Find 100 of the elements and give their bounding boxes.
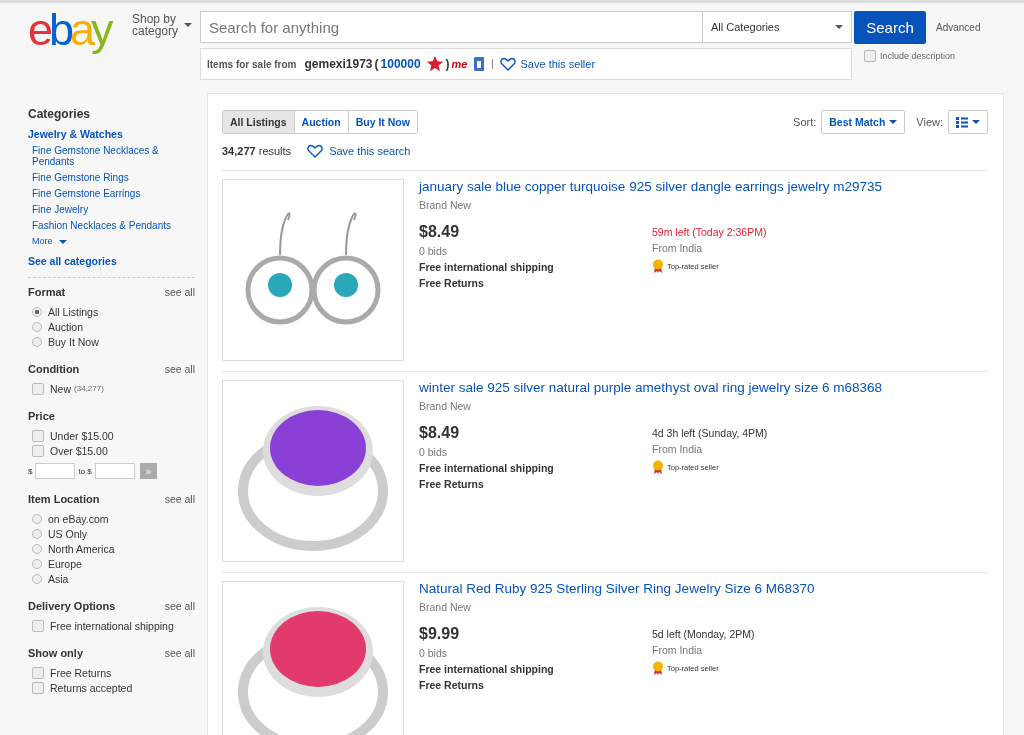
condition-text: Brand New (419, 400, 472, 412)
listing-title[interactable]: winter sale 925 silver natural purple amethyst oval ring jewelry size 6 m68368 (419, 380, 988, 396)
save-seller-link[interactable]: Save this seller (520, 58, 596, 70)
option-label: Buy It Now (48, 335, 99, 348)
category-link[interactable]: Jewelry & Watches (28, 128, 195, 140)
checkbox[interactable] (32, 681, 44, 694)
seller-name[interactable]: gemexi1973 (304, 57, 373, 71)
returns-text: Free Returns (419, 478, 485, 490)
shipping-text: Free international shipping (419, 462, 555, 474)
product-photo[interactable] (222, 179, 404, 361)
max-price-field[interactable] (94, 463, 135, 479)
filter-heading: Price (28, 410, 55, 422)
radio-button[interactable] (32, 543, 42, 554)
condition-text: Brand New (419, 601, 472, 613)
option-label: Asia (48, 572, 69, 585)
advanced-link[interactable]: Advanced (936, 21, 981, 33)
format-tab[interactable]: Buy It Now (347, 111, 417, 133)
see-all-link[interactable]: see all (164, 286, 195, 298)
checkbox[interactable] (32, 666, 44, 679)
shipping-text: Free international shipping (419, 261, 555, 273)
see-all-link[interactable]: see all (164, 493, 195, 505)
checkbox[interactable] (864, 50, 876, 62)
checkbox[interactable] (32, 382, 44, 395)
shop-by-category-button[interactable]: Shop by category (126, 7, 192, 37)
option-label: Returns accepted (50, 681, 133, 694)
checkbox[interactable] (32, 444, 44, 457)
star-icon (425, 55, 444, 73)
paren-text: ) (445, 57, 450, 71)
bids-text: 0 bids (419, 446, 449, 458)
category-link[interactable]: Fashion Necklaces & Pendants (32, 220, 195, 231)
caret-icon (184, 23, 193, 27)
radio-button[interactable] (32, 528, 42, 539)
view-label: View: (916, 116, 943, 128)
option-count: (34,277) (74, 384, 104, 393)
radio-button[interactable] (32, 513, 42, 524)
results-count: 34,277 results (222, 145, 292, 157)
location-text: From India (652, 443, 704, 455)
bids-text: 0 bids (419, 647, 449, 659)
sort-dropdown[interactable]: Best Match (821, 110, 906, 134)
option-label: Over $15.00 (50, 444, 108, 457)
product-photo[interactable] (222, 581, 404, 735)
option-label: North America (48, 542, 115, 555)
returns-text: Free Returns (419, 277, 485, 289)
search-button[interactable]: Search (854, 10, 926, 44)
filter-heading: Delivery Options (28, 600, 116, 612)
option-label: on eBay.com (48, 512, 109, 525)
option-label: All Listings (48, 305, 99, 318)
option-label: US Only (48, 527, 88, 540)
bids-text: 0 bids (419, 245, 449, 257)
condition-text: Brand New (419, 199, 472, 211)
shipping-text: Free international shipping (419, 663, 555, 675)
see-all-categories-link[interactable]: See all categories (28, 255, 195, 267)
radio-button[interactable] (32, 321, 42, 332)
checkbox[interactable] (32, 619, 44, 632)
listing-title[interactable]: Natural Red Ruby 925 Sterling Silver Ring Jewelry Size 6 M68370 (419, 581, 988, 597)
sort-label: Sort: (793, 116, 817, 128)
radio-button[interactable] (32, 558, 42, 569)
category-link[interactable]: Fine Gemstone Necklaces & Pendants (32, 145, 195, 167)
filter-heading: Condition (28, 363, 80, 375)
see-all-link[interactable]: see all (164, 363, 195, 375)
radio-button[interactable] (32, 336, 42, 347)
view-dropdown[interactable] (948, 110, 988, 134)
store-icon[interactable] (472, 56, 485, 72)
price-text: $8.49 (419, 223, 461, 241)
medal-icon (652, 259, 664, 273)
heart-icon[interactable] (499, 57, 516, 71)
list-view-icon (956, 116, 968, 128)
category-link[interactable]: Fine Gemstone Rings (32, 172, 195, 183)
returns-text: Free Returns (419, 679, 485, 691)
format-tab[interactable]: All Listings (223, 111, 294, 133)
medal-icon (652, 460, 664, 474)
see-all-link[interactable]: see all (164, 600, 195, 612)
option-label: Auction (48, 320, 84, 333)
heart-icon[interactable] (307, 144, 324, 158)
location-text: From India (652, 644, 704, 656)
product-photo[interactable] (222, 380, 404, 562)
radio-button[interactable] (32, 573, 42, 584)
medal-icon (652, 661, 664, 675)
filter-heading: Show only (28, 647, 83, 659)
option-label: Europe (48, 557, 82, 570)
include-description-label: Include description (880, 51, 956, 61)
category-link[interactable]: Fine Jewelry (32, 204, 195, 215)
filter-heading: Format (28, 286, 66, 298)
radio-button[interactable] (32, 306, 42, 317)
listing-title[interactable]: january sale blue copper turquoise 925 silver dangle earrings jewelry m29735 (419, 179, 988, 195)
option-label: Under $15.00 (50, 429, 114, 442)
category-dropdown[interactable]: All Categories (702, 11, 852, 43)
option-label: Free Returns (50, 666, 112, 679)
category-link[interactable]: Fine Gemstone Earrings (32, 188, 195, 199)
min-price-field[interactable] (35, 463, 76, 479)
me-label: me (451, 58, 468, 70)
price-text: $8.49 (419, 424, 461, 442)
search-field[interactable]: Search for anything (200, 11, 702, 43)
more-link[interactable]: More (32, 236, 195, 246)
time-left-text: 4d 3h left (Sunday, 4PM) (652, 427, 768, 439)
checkbox[interactable] (32, 429, 44, 442)
to-label: to $ (78, 466, 92, 476)
see-all-link[interactable]: see all (164, 647, 195, 659)
save-search-link[interactable]: Save this search (329, 145, 411, 157)
feedback-score[interactable]: 100000 (380, 57, 421, 71)
